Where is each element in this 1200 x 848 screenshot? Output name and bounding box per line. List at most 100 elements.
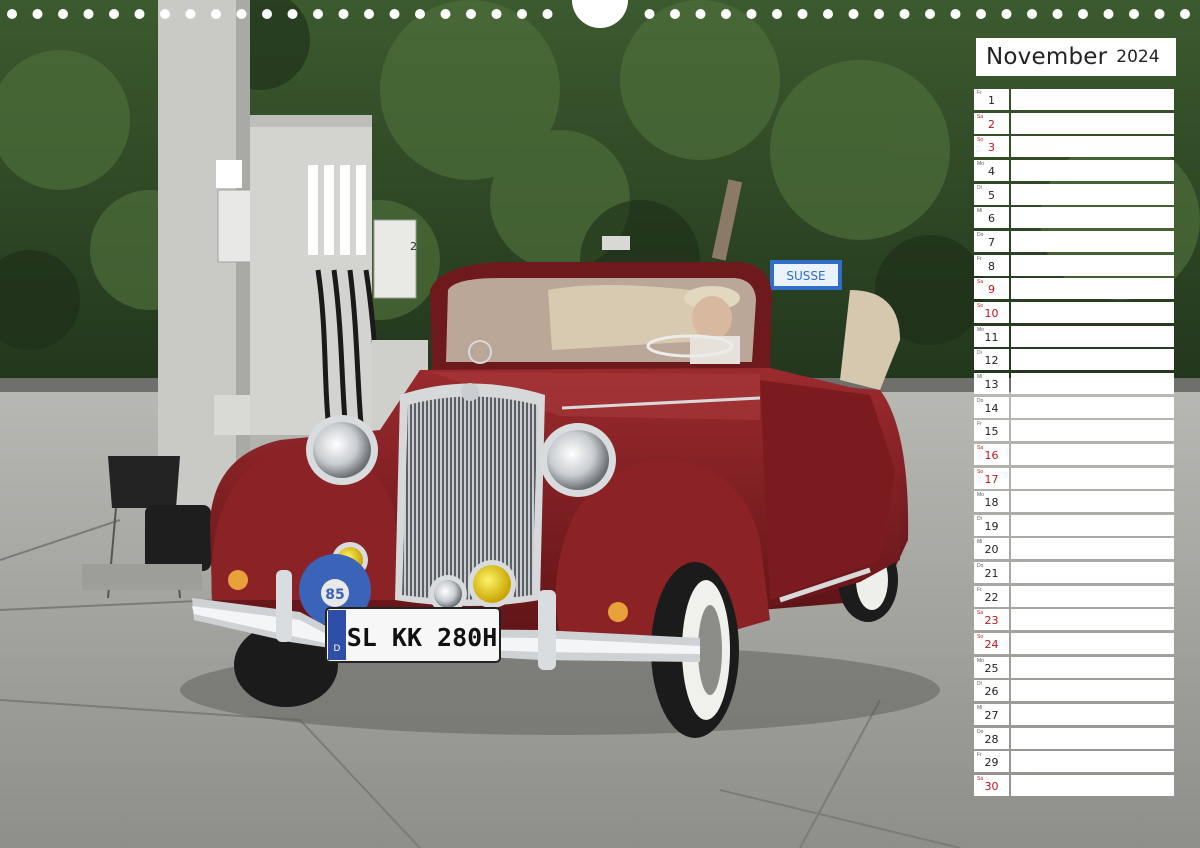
day-number: 12 bbox=[984, 354, 999, 368]
day-note-field[interactable] bbox=[1011, 491, 1174, 513]
day-number-box: Fr 8 bbox=[974, 254, 1009, 276]
day-row[interactable]: Fr 8 bbox=[974, 254, 1176, 278]
day-row[interactable]: So 3 bbox=[974, 135, 1176, 159]
day-row[interactable]: So 24 bbox=[974, 632, 1176, 656]
day-note-field[interactable] bbox=[1011, 751, 1174, 773]
day-note-field[interactable] bbox=[1011, 585, 1174, 607]
day-number-box: Do 14 bbox=[974, 396, 1009, 418]
day-note-field[interactable] bbox=[1011, 467, 1174, 489]
binding-hole bbox=[1103, 9, 1114, 19]
day-note-field[interactable] bbox=[1011, 159, 1174, 181]
day-number-box: Mo 18 bbox=[974, 491, 1009, 513]
year-label: 2024 bbox=[1116, 47, 1160, 67]
day-note-field[interactable] bbox=[1011, 254, 1174, 276]
day-row[interactable]: Mo 11 bbox=[974, 325, 1176, 349]
plate-country: D bbox=[334, 644, 341, 654]
day-row[interactable]: So 10 bbox=[974, 301, 1176, 325]
day-note-field[interactable] bbox=[1011, 325, 1174, 347]
day-number-box: Mi 6 bbox=[974, 207, 1009, 229]
month-title: November bbox=[986, 44, 1108, 70]
spiral-binding bbox=[7, 0, 1190, 28]
day-row[interactable]: Sa 30 bbox=[974, 774, 1176, 798]
day-note-field[interactable] bbox=[1011, 727, 1174, 749]
day-note-field[interactable] bbox=[1011, 514, 1174, 536]
day-number-box: Sa 9 bbox=[974, 278, 1009, 300]
day-note-field[interactable] bbox=[1011, 136, 1174, 158]
day-row[interactable]: Fr 22 bbox=[974, 585, 1176, 609]
binding-hole bbox=[160, 9, 170, 19]
binding-hole bbox=[491, 9, 502, 19]
day-row[interactable]: Sa 9 bbox=[974, 277, 1176, 301]
binding-hole bbox=[389, 9, 400, 19]
day-note-field[interactable] bbox=[1011, 183, 1174, 205]
day-note-field[interactable] bbox=[1011, 396, 1174, 418]
day-row[interactable]: Mo 18 bbox=[974, 490, 1176, 514]
binding-hole bbox=[440, 9, 451, 19]
day-note-field[interactable] bbox=[1011, 372, 1174, 394]
day-row[interactable]: Mo 25 bbox=[974, 656, 1176, 680]
day-note-field[interactable] bbox=[1011, 301, 1174, 323]
day-note-field[interactable] bbox=[1011, 420, 1174, 442]
pump-number: 2 bbox=[410, 240, 417, 253]
binding-hole bbox=[211, 9, 221, 19]
day-note-field[interactable] bbox=[1011, 89, 1174, 110]
day-row[interactable]: Mi 13 bbox=[974, 372, 1176, 396]
day-note-field[interactable] bbox=[1011, 704, 1174, 726]
day-row[interactable]: Do 14 bbox=[974, 396, 1176, 420]
binding-hole bbox=[542, 9, 553, 19]
day-row[interactable]: Sa 2 bbox=[974, 112, 1176, 136]
day-row[interactable]: Sa 16 bbox=[974, 443, 1176, 467]
day-row[interactable]: Do 7 bbox=[974, 230, 1176, 254]
binding-hole bbox=[976, 9, 986, 19]
day-row[interactable]: Fr 29 bbox=[974, 750, 1176, 774]
binding-hole bbox=[338, 9, 349, 19]
day-row[interactable]: Mo 4 bbox=[974, 159, 1176, 183]
day-number: 6 bbox=[988, 212, 995, 226]
binding-hole bbox=[134, 9, 145, 19]
day-row[interactable]: Di 26 bbox=[974, 679, 1176, 703]
day-note-field[interactable] bbox=[1011, 230, 1174, 252]
binding-hole bbox=[185, 9, 196, 19]
day-note-field[interactable] bbox=[1011, 207, 1174, 229]
day-number-box: Do 7 bbox=[974, 230, 1009, 252]
day-row[interactable]: Mi 20 bbox=[974, 537, 1176, 561]
day-row[interactable]: Di 19 bbox=[974, 514, 1176, 538]
day-note-field[interactable] bbox=[1011, 656, 1174, 678]
day-row[interactable]: Fr 15 bbox=[974, 419, 1176, 443]
day-number-box: Di 26 bbox=[974, 680, 1009, 702]
day-row[interactable]: Fr 1 bbox=[974, 88, 1176, 112]
day-row[interactable]: Sa 23 bbox=[974, 608, 1176, 632]
day-note-field[interactable] bbox=[1011, 443, 1174, 465]
day-row[interactable]: Do 21 bbox=[974, 561, 1176, 585]
binding-hole bbox=[83, 9, 94, 19]
binding-hole bbox=[287, 9, 298, 19]
day-number-box: Sa 16 bbox=[974, 443, 1009, 465]
day-note-field[interactable] bbox=[1011, 538, 1174, 560]
day-number: 14 bbox=[984, 401, 999, 415]
day-note-field[interactable] bbox=[1011, 562, 1174, 584]
binding-hole bbox=[236, 9, 247, 19]
day-note-field[interactable] bbox=[1011, 609, 1174, 631]
day-number-box: Mo 4 bbox=[974, 159, 1009, 181]
day-row[interactable]: Mi 27 bbox=[974, 703, 1176, 727]
day-row[interactable]: Do 28 bbox=[974, 727, 1176, 751]
day-row[interactable]: Mi 6 bbox=[974, 206, 1176, 230]
day-number: 1 bbox=[988, 94, 995, 107]
binding-hole bbox=[1052, 9, 1063, 19]
day-row[interactable]: Di 12 bbox=[974, 348, 1176, 372]
day-note-field[interactable] bbox=[1011, 349, 1174, 371]
day-note-field[interactable] bbox=[1011, 278, 1174, 300]
day-note-field[interactable] bbox=[1011, 775, 1174, 797]
day-number: 11 bbox=[984, 330, 999, 344]
day-row[interactable]: So 17 bbox=[974, 467, 1176, 491]
binding-hole bbox=[262, 9, 272, 19]
day-row[interactable]: Di 5 bbox=[974, 183, 1176, 207]
day-note-field[interactable] bbox=[1011, 680, 1174, 702]
month-header: November 2024 bbox=[976, 38, 1176, 76]
day-number: 15 bbox=[984, 425, 999, 439]
day-note-field[interactable] bbox=[1011, 633, 1174, 655]
binding-hole bbox=[644, 9, 655, 19]
day-note-field[interactable] bbox=[1011, 112, 1174, 134]
binding-hole bbox=[32, 9, 43, 19]
day-number: 5 bbox=[988, 188, 995, 202]
